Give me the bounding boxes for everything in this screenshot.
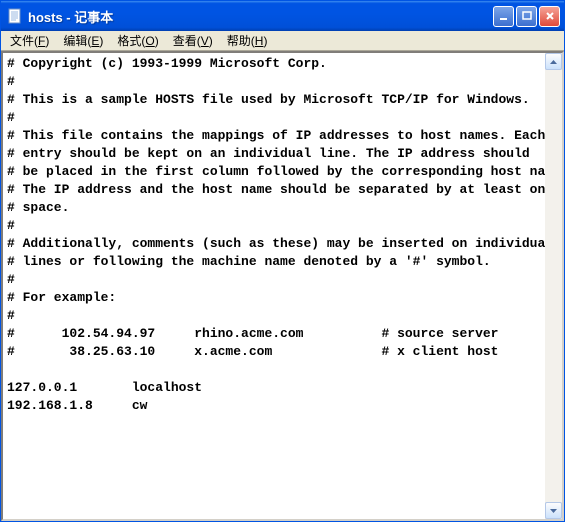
- vertical-scrollbar[interactable]: [545, 53, 562, 519]
- minimize-button[interactable]: [493, 6, 514, 27]
- titlebar[interactable]: hosts - 记事本: [1, 1, 564, 31]
- app-icon: [7, 8, 23, 24]
- window-title: hosts - 记事本: [28, 7, 493, 26]
- maximize-button[interactable]: [516, 6, 537, 27]
- editor-area: # Copyright (c) 1993-1999 Microsoft Corp…: [1, 51, 564, 521]
- menubar: 文件(F) 编辑(E) 格式(O) 查看(V) 帮助(H): [1, 31, 564, 51]
- scroll-down-button[interactable]: [545, 502, 562, 519]
- text-content[interactable]: # Copyright (c) 1993-1999 Microsoft Corp…: [3, 53, 545, 519]
- close-button[interactable]: [539, 6, 560, 27]
- scroll-track[interactable]: [545, 70, 562, 502]
- notepad-window: hosts - 记事本 文件(F) 编辑(E) 格式(O) 查看(V) 帮助(H…: [0, 0, 565, 522]
- menu-format[interactable]: 格式(O): [110, 30, 165, 51]
- scroll-up-button[interactable]: [545, 53, 562, 70]
- menu-help[interactable]: 帮助(H): [220, 30, 275, 51]
- menu-file[interactable]: 文件(F): [3, 30, 56, 51]
- window-controls: [493, 6, 560, 27]
- menu-edit[interactable]: 编辑(E): [56, 30, 110, 51]
- menu-view[interactable]: 查看(V): [166, 30, 220, 51]
